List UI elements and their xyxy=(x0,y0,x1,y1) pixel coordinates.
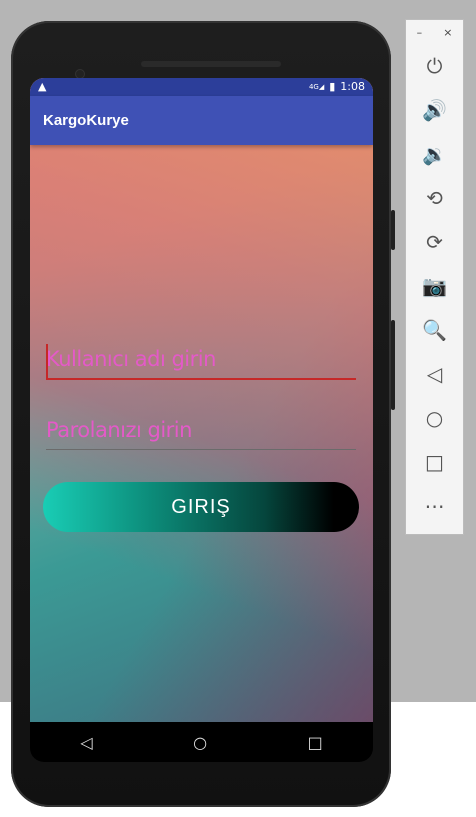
minimize-button[interactable]: – xyxy=(417,26,423,44)
app-title: KargoKurye xyxy=(43,112,129,129)
close-button[interactable]: × xyxy=(443,26,452,44)
battery-charging-icon: ▮ xyxy=(329,80,336,93)
more-icon[interactable]: ⋯ xyxy=(406,484,463,528)
background-image xyxy=(30,78,373,722)
clock: 1:08 xyxy=(340,80,365,93)
username-input[interactable] xyxy=(46,340,356,378)
speaker xyxy=(141,61,281,67)
volume-down-icon[interactable]: 🔉 xyxy=(406,132,463,176)
username-field[interactable] xyxy=(46,340,356,380)
camera-icon[interactable]: 📷 xyxy=(406,264,463,308)
back-icon[interactable]: ◁ xyxy=(80,733,92,752)
power-icon[interactable]: ⏻ xyxy=(406,44,463,88)
signal-icon: 4G◢ xyxy=(308,82,325,91)
overview-icon[interactable]: □ xyxy=(406,440,463,484)
device-screen: ▲ 4G◢ ▮ 1:08 KargoKurye GIRIŞ xyxy=(30,78,373,722)
back-icon[interactable]: ◁ xyxy=(406,352,463,396)
app-bar: KargoKurye xyxy=(30,96,373,145)
home-icon[interactable]: ○ xyxy=(406,396,463,440)
power-side-button xyxy=(391,210,395,250)
zoom-icon[interactable]: 🔍 xyxy=(406,308,463,352)
rotate-left-icon[interactable]: ⟲ xyxy=(406,176,463,220)
password-input[interactable] xyxy=(46,410,356,449)
navigation-bar: ◁ ○ □ xyxy=(30,722,373,762)
home-icon[interactable]: ○ xyxy=(193,733,207,752)
login-button[interactable]: GIRIŞ xyxy=(43,482,359,532)
volume-up-icon[interactable]: 🔊 xyxy=(406,88,463,132)
volume-side-button xyxy=(391,320,395,410)
emulator-toolbar: – × ⏻ 🔊 🔉 ⟲ ⟳ 📷 🔍 ◁ ○ □ ⋯ xyxy=(405,19,464,535)
status-bar: ▲ 4G◢ ▮ 1:08 xyxy=(30,78,373,96)
password-field[interactable] xyxy=(46,410,356,450)
recents-icon[interactable]: □ xyxy=(308,733,323,752)
rotate-right-icon[interactable]: ⟳ xyxy=(406,220,463,264)
text-cursor xyxy=(46,344,48,378)
warning-icon: ▲ xyxy=(38,80,47,93)
